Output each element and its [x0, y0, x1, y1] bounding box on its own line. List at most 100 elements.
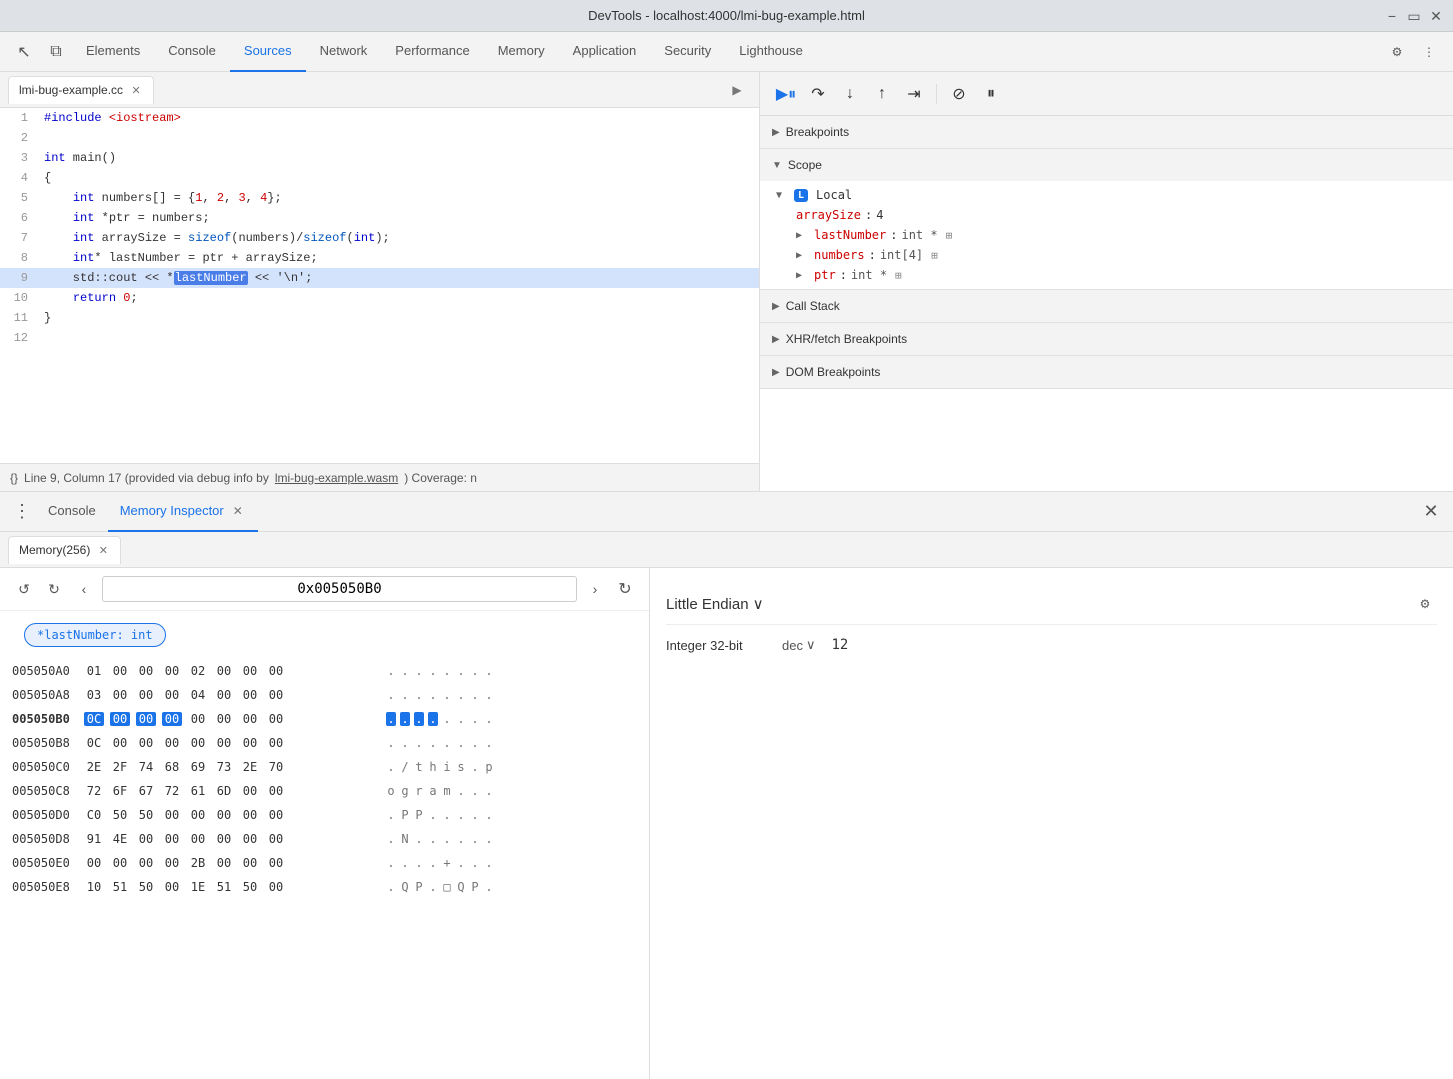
xhr-section: ▶ XHR/fetch Breakpoints — [760, 323, 1453, 356]
code-line-8: 8 int* lastNumber = ptr + arraySize; — [0, 248, 759, 268]
status-bar: {} Line 9, Column 17 (provided via debug… — [0, 463, 759, 491]
tab-console[interactable]: Console — [154, 32, 230, 72]
memory-nav: ↺ ↻ ‹ › ↻ — [0, 568, 649, 611]
memory-row-d0: 005050D0 C0505000 00000000 .PP. .... — [4, 803, 645, 827]
xhr-arrow-icon: ▶ — [772, 334, 780, 345]
endian-settings-icon[interactable]: ⚙ — [1413, 592, 1437, 616]
callstack-section: ▶ Call Stack — [760, 290, 1453, 323]
deactivate-breakpoints-button[interactable]: ⊘ — [945, 80, 973, 108]
cursor-icon[interactable]: ↖ — [8, 36, 40, 68]
tab-application[interactable]: Application — [559, 32, 651, 72]
callstack-header[interactable]: ▶ Call Stack — [760, 290, 1453, 322]
drawer-tab-memory-label: Memory Inspector — [120, 503, 224, 518]
code-line-12: 12 — [0, 328, 759, 348]
scope-item-lastnumber[interactable]: ▶ lastNumber: int * ⊞ — [760, 225, 1453, 245]
value-format-select[interactable]: dec ∨ — [782, 637, 815, 653]
xhr-label: XHR/fetch Breakpoints — [786, 332, 907, 346]
memory-address-input[interactable] — [102, 576, 577, 602]
scope-local-header[interactable]: ▼ L Local — [760, 185, 1453, 205]
value-row-int32: Integer 32-bit dec ∨ 12 — [666, 637, 1437, 653]
endian-chevron-icon: ∨ — [753, 595, 764, 613]
drawer-menu-icon[interactable]: ⋮ — [8, 498, 36, 526]
drawer-tabs: ⋮ Console Memory Inspector ✕ ✕ — [0, 492, 1453, 532]
drawer-tab-memory-inspector[interactable]: Memory Inspector ✕ — [108, 492, 258, 532]
memory-forward-button[interactable]: ↻ — [42, 577, 66, 601]
tab-lighthouse[interactable]: Lighthouse — [725, 32, 817, 72]
memory-back-button[interactable]: ↺ — [12, 577, 36, 601]
status-text2: ) Coverage: n — [404, 471, 477, 485]
memory-tab-close-icon[interactable]: ✕ — [96, 543, 110, 557]
debug-panel: ▶⏸ ↷ ↓ ↑ ⇥ ⊘ ⏸ ▶ Breakpoints ▼ S — [760, 72, 1453, 491]
tab-memory[interactable]: Memory — [484, 32, 559, 72]
tab-performance[interactable]: Performance — [381, 32, 483, 72]
breakpoints-label: Breakpoints — [786, 125, 849, 139]
drawer-tab-console[interactable]: Console — [36, 492, 108, 532]
memory-tab-active[interactable]: Memory(256) ✕ — [8, 536, 121, 564]
step-button[interactable]: ⇥ — [900, 80, 928, 108]
drawer-tab-console-label: Console — [48, 503, 96, 518]
drawer-close-icon[interactable]: ✕ — [1417, 498, 1445, 526]
memory-row-a0: 005050A0 01000000 02000000 .... .... — [4, 659, 645, 683]
step-over-button[interactable]: ↷ — [804, 80, 832, 108]
memory-row-d8: 005050D8 914E0000 00000000 .N.. .... — [4, 827, 645, 851]
tab-network[interactable]: Network — [306, 32, 382, 72]
endian-header: Little Endian ∨ ⚙ — [666, 584, 1437, 625]
titlebar-title: DevTools - localhost:4000/lmi-bug-exampl… — [588, 8, 865, 23]
memory-label-container: *lastNumber: int — [0, 611, 649, 659]
xhr-header[interactable]: ▶ XHR/fetch Breakpoints — [760, 323, 1453, 355]
layers-icon[interactable]: ⧉ — [40, 36, 72, 68]
memory-hex-panel: ↺ ↻ ‹ › ↻ *lastNumber: int 005050A0 — [0, 568, 650, 1079]
code-line-11: 11 } — [0, 308, 759, 328]
dom-header[interactable]: ▶ DOM Breakpoints — [760, 356, 1453, 388]
pause-on-exceptions-button[interactable]: ⏸ — [977, 80, 1005, 108]
memory-row-c0: 005050C0 2E2F7468 69732E70 ./th is.p — [4, 755, 645, 779]
code-line-4: 4 { — [0, 168, 759, 188]
endian-select[interactable]: Little Endian ∨ — [666, 595, 764, 613]
file-tab-name: lmi-bug-example.cc — [19, 83, 123, 97]
drawer-tab-memory-close-icon[interactable]: ✕ — [230, 503, 246, 519]
wasm-link[interactable]: lmi-bug-example.wasm — [275, 471, 398, 485]
scope-item-arraysize[interactable]: arraySize: 4 — [760, 205, 1453, 225]
scope-label: Scope — [788, 158, 822, 172]
value-type-label: Integer 32-bit — [666, 638, 766, 653]
settings-icon[interactable]: ⚙ — [1381, 36, 1413, 68]
file-tab-active[interactable]: lmi-bug-example.cc ✕ — [8, 76, 154, 104]
memory-refresh-icon[interactable]: ↻ — [613, 577, 637, 601]
file-tab-close-icon[interactable]: ✕ — [129, 83, 143, 97]
code-line-7: 7 int arraySize = sizeof(numbers)/sizeof… — [0, 228, 759, 248]
code-line-10: 10 return 0; — [0, 288, 759, 308]
ptr-arrow-icon: ▶ — [796, 270, 810, 281]
memory-value-panel: Little Endian ∨ ⚙ Integer 32-bit dec ∨ 1… — [650, 568, 1453, 1079]
code-line-1: 1 #include <iostream> — [0, 108, 759, 128]
breakpoints-section: ▶ Breakpoints — [760, 116, 1453, 149]
breakpoints-header[interactable]: ▶ Breakpoints — [760, 116, 1453, 148]
callstack-arrow-icon: ▶ — [772, 301, 780, 312]
resume-button[interactable]: ▶⏸ — [772, 80, 800, 108]
local-badge: L — [794, 189, 808, 202]
more-options-icon[interactable]: ⋮ — [1413, 36, 1445, 68]
scope-item-numbers[interactable]: ▶ numbers: int[4] ⊞ — [760, 245, 1453, 265]
tab-elements[interactable]: Elements — [72, 32, 154, 72]
dom-label: DOM Breakpoints — [786, 365, 881, 379]
code-editor[interactable]: 1 #include <iostream> 2 3 int main() 4 { — [0, 108, 759, 463]
restore-button[interactable]: ▭ — [1407, 9, 1421, 23]
dom-arrow-icon: ▶ — [772, 367, 780, 378]
memory-hex-table: 005050A0 01000000 02000000 .... .... — [0, 659, 649, 1079]
code-line-2: 2 — [0, 128, 759, 148]
run-snippet-icon[interactable]: ▶ — [723, 76, 751, 104]
close-button[interactable]: ✕ — [1429, 9, 1443, 23]
step-into-button[interactable]: ↓ — [836, 80, 864, 108]
step-out-button[interactable]: ↑ — [868, 80, 896, 108]
minimize-button[interactable]: − — [1385, 9, 1399, 23]
memory-next-button[interactable]: › — [583, 577, 607, 601]
tab-security[interactable]: Security — [650, 32, 725, 72]
memory-row-e0: 005050E0 00000000 2B000000 .... +... — [4, 851, 645, 875]
scope-item-ptr[interactable]: ▶ ptr: int * ⊞ — [760, 265, 1453, 285]
format-icon: {} — [10, 471, 18, 485]
local-label: Local — [816, 188, 852, 202]
tab-sources[interactable]: Sources — [230, 32, 306, 72]
scope-header[interactable]: ▼ Scope — [760, 149, 1453, 181]
dom-section: ▶ DOM Breakpoints — [760, 356, 1453, 389]
memory-prev-button[interactable]: ‹ — [72, 577, 96, 601]
scope-body: ▼ L Local arraySize: 4 ▶ lastNumber: int… — [760, 181, 1453, 289]
